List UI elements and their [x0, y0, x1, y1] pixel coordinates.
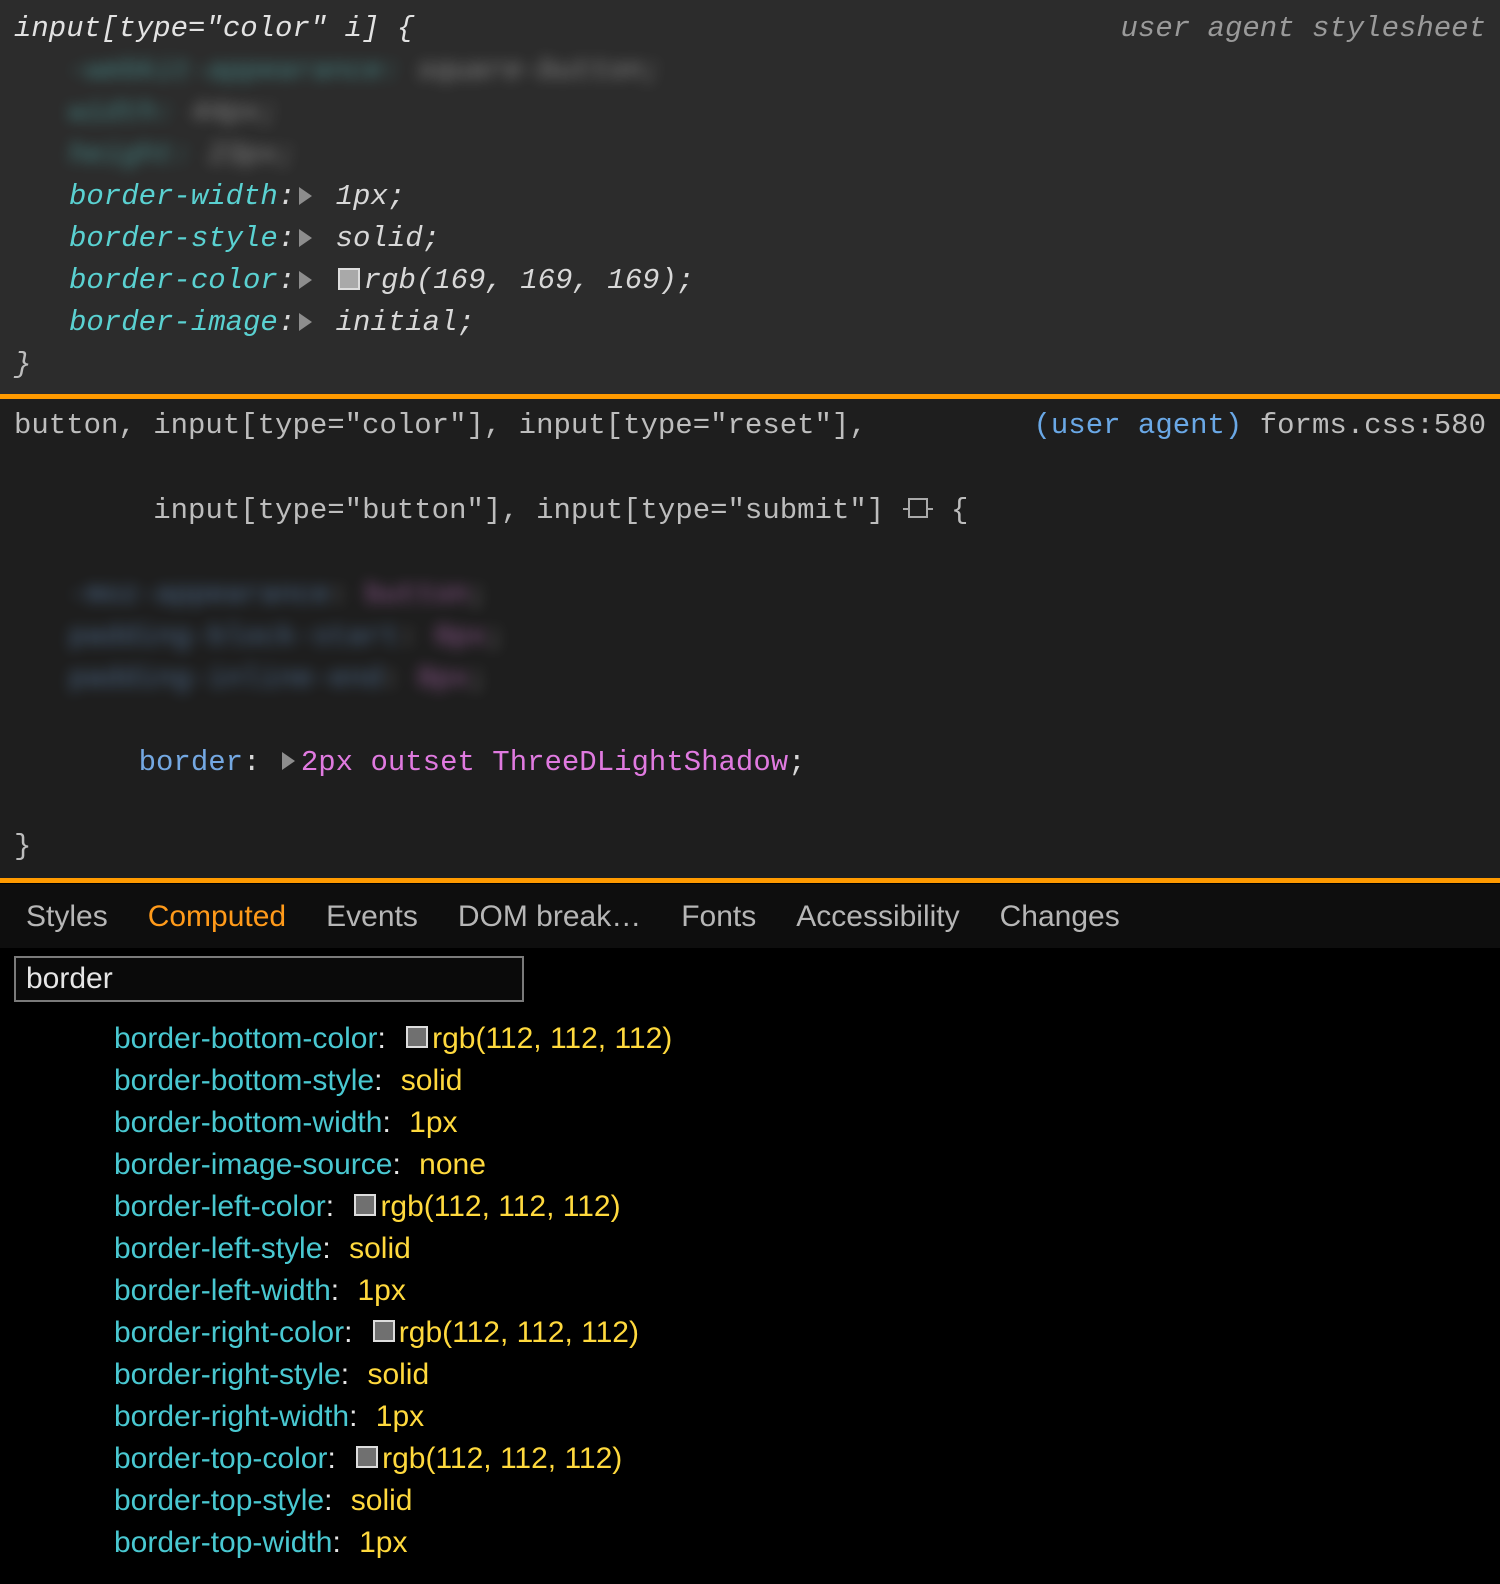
css-selector[interactable]: input[type="button"], input[type="submit… — [14, 447, 968, 573]
expand-icon[interactable] — [299, 271, 312, 289]
computed-property-value: solid — [351, 1484, 413, 1518]
computed-property-value: none — [419, 1148, 486, 1182]
css-selector[interactable]: button, input[type="color"], input[type=… — [14, 405, 968, 447]
css-value[interactable]: 2px outset ThreeDLightShadow — [301, 746, 788, 779]
computed-property-row[interactable]: border-right-color: rgb(112, 112, 112) — [14, 1312, 1486, 1354]
computed-property-row[interactable]: border-bottom-style: solid — [14, 1060, 1486, 1102]
css-declaration[interactable]: border-width: 1px; — [14, 176, 1486, 218]
tab-fonts[interactable]: Fonts — [681, 900, 756, 934]
css-property[interactable]: border-width — [69, 180, 278, 213]
computed-property-name: border-bottom-width — [114, 1106, 382, 1140]
inspector-tabs: Styles Computed Events DOM break… Fonts Acces… — [0, 883, 1500, 948]
computed-property-name: border-top-width — [114, 1526, 332, 1560]
computed-property-name: border-left-color — [114, 1190, 326, 1224]
source-user-agent: (user agent) — [1034, 409, 1243, 442]
computed-property-value: 1px — [357, 1274, 405, 1308]
computed-property-name: border-bottom-style — [114, 1064, 374, 1098]
filter-input[interactable] — [14, 956, 524, 1002]
tab-computed[interactable]: Computed — [148, 900, 286, 934]
tab-events[interactable]: Events — [326, 900, 418, 934]
computed-property-value: rgb(112, 112, 112) — [432, 1022, 672, 1056]
computed-property-value: 1px — [409, 1106, 457, 1140]
tab-changes[interactable]: Changes — [1000, 900, 1120, 934]
user-agent-label: user agent stylesheet — [1121, 8, 1486, 50]
computed-property-name: border-left-style — [114, 1232, 322, 1266]
css-value[interactable]: 1px; — [336, 180, 406, 213]
css-declaration[interactable]: border-image: initial; — [14, 302, 1486, 344]
expand-icon[interactable] — [299, 313, 312, 331]
tab-accessibility[interactable]: Accessibility — [796, 900, 959, 934]
computed-property-value: 1px — [359, 1526, 407, 1560]
css-selector[interactable]: input[type="color" i] { — [14, 8, 414, 50]
css-value[interactable]: initial; — [336, 306, 475, 339]
color-swatch[interactable] — [406, 1026, 428, 1048]
computed-property-value: solid — [401, 1064, 463, 1098]
computed-panel: border-bottom-color: rgb(112, 112, 112)b… — [0, 948, 1500, 1584]
close-brace: } — [14, 830, 31, 863]
computed-property-name: border-top-style — [114, 1484, 324, 1518]
computed-property-value: rgb(112, 112, 112) — [399, 1316, 639, 1350]
source-link[interactable]: forms.css:580 — [1260, 409, 1486, 442]
computed-property-row[interactable]: border-bottom-width: 1px — [14, 1102, 1486, 1144]
css-value[interactable]: solid; — [336, 222, 440, 255]
flex-icon[interactable] — [908, 498, 928, 518]
expand-icon[interactable] — [299, 229, 312, 247]
css-property[interactable]: border-image — [69, 306, 278, 339]
css-declaration[interactable]: border-color: rgb(169, 169, 169); — [14, 260, 1486, 302]
expand-icon[interactable] — [299, 187, 312, 205]
computed-property-value: solid — [367, 1358, 429, 1392]
computed-property-row[interactable]: border-top-style: solid — [14, 1480, 1486, 1522]
computed-property-name: border-right-width — [114, 1400, 349, 1434]
computed-property-value: rgb(112, 112, 112) — [380, 1190, 620, 1224]
css-property[interactable]: border — [139, 746, 243, 779]
css-declaration[interactable]: border: 2px outset ThreeDLightShadow; — [14, 700, 1486, 826]
computed-property-row[interactable]: border-left-width: 1px — [14, 1270, 1486, 1312]
color-swatch[interactable] — [338, 268, 360, 290]
computed-property-row[interactable]: border-left-color: rgb(112, 112, 112) — [14, 1186, 1486, 1228]
color-swatch[interactable] — [373, 1320, 395, 1342]
color-swatch[interactable] — [354, 1194, 376, 1216]
computed-property-value: solid — [349, 1232, 411, 1266]
computed-property-row[interactable]: border-image-source: none — [14, 1144, 1486, 1186]
computed-property-row[interactable]: border-bottom-color: rgb(112, 112, 112) — [14, 1018, 1486, 1060]
close-brace: } — [14, 348, 31, 381]
computed-property-name: border-right-color — [114, 1316, 344, 1350]
computed-property-row[interactable]: border-top-width: 1px — [14, 1522, 1486, 1564]
computed-property-row[interactable]: border-top-color: rgb(112, 112, 112) — [14, 1438, 1486, 1480]
css-property[interactable]: border-style — [69, 222, 278, 255]
rule-pane-forms-css: button, input[type="color"], input[type=… — [0, 399, 1500, 878]
computed-property-name: border-bottom-color — [114, 1022, 377, 1056]
computed-property-name: border-left-width — [114, 1274, 331, 1308]
computed-property-name: border-top-color — [114, 1442, 327, 1476]
computed-property-row[interactable]: border-right-width: 1px — [14, 1396, 1486, 1438]
color-swatch[interactable] — [356, 1446, 378, 1468]
rule-pane-user-agent: input[type="color" i] { user agent style… — [0, 0, 1500, 394]
computed-property-name: border-image-source — [114, 1148, 392, 1182]
css-value[interactable]: rgb(169, 169, 169); — [364, 264, 695, 297]
css-declaration[interactable]: border-style: solid; — [14, 218, 1486, 260]
computed-property-name: border-right-style — [114, 1358, 341, 1392]
computed-property-value: 1px — [376, 1400, 424, 1434]
css-property[interactable]: border-color — [69, 264, 278, 297]
tab-dom-break-[interactable]: DOM break… — [458, 900, 641, 934]
computed-property-value: rgb(112, 112, 112) — [382, 1442, 622, 1476]
computed-property-row[interactable]: border-left-style: solid — [14, 1228, 1486, 1270]
tab-styles[interactable]: Styles — [26, 900, 108, 934]
expand-icon[interactable] — [282, 752, 295, 770]
computed-property-row[interactable]: border-right-style: solid — [14, 1354, 1486, 1396]
